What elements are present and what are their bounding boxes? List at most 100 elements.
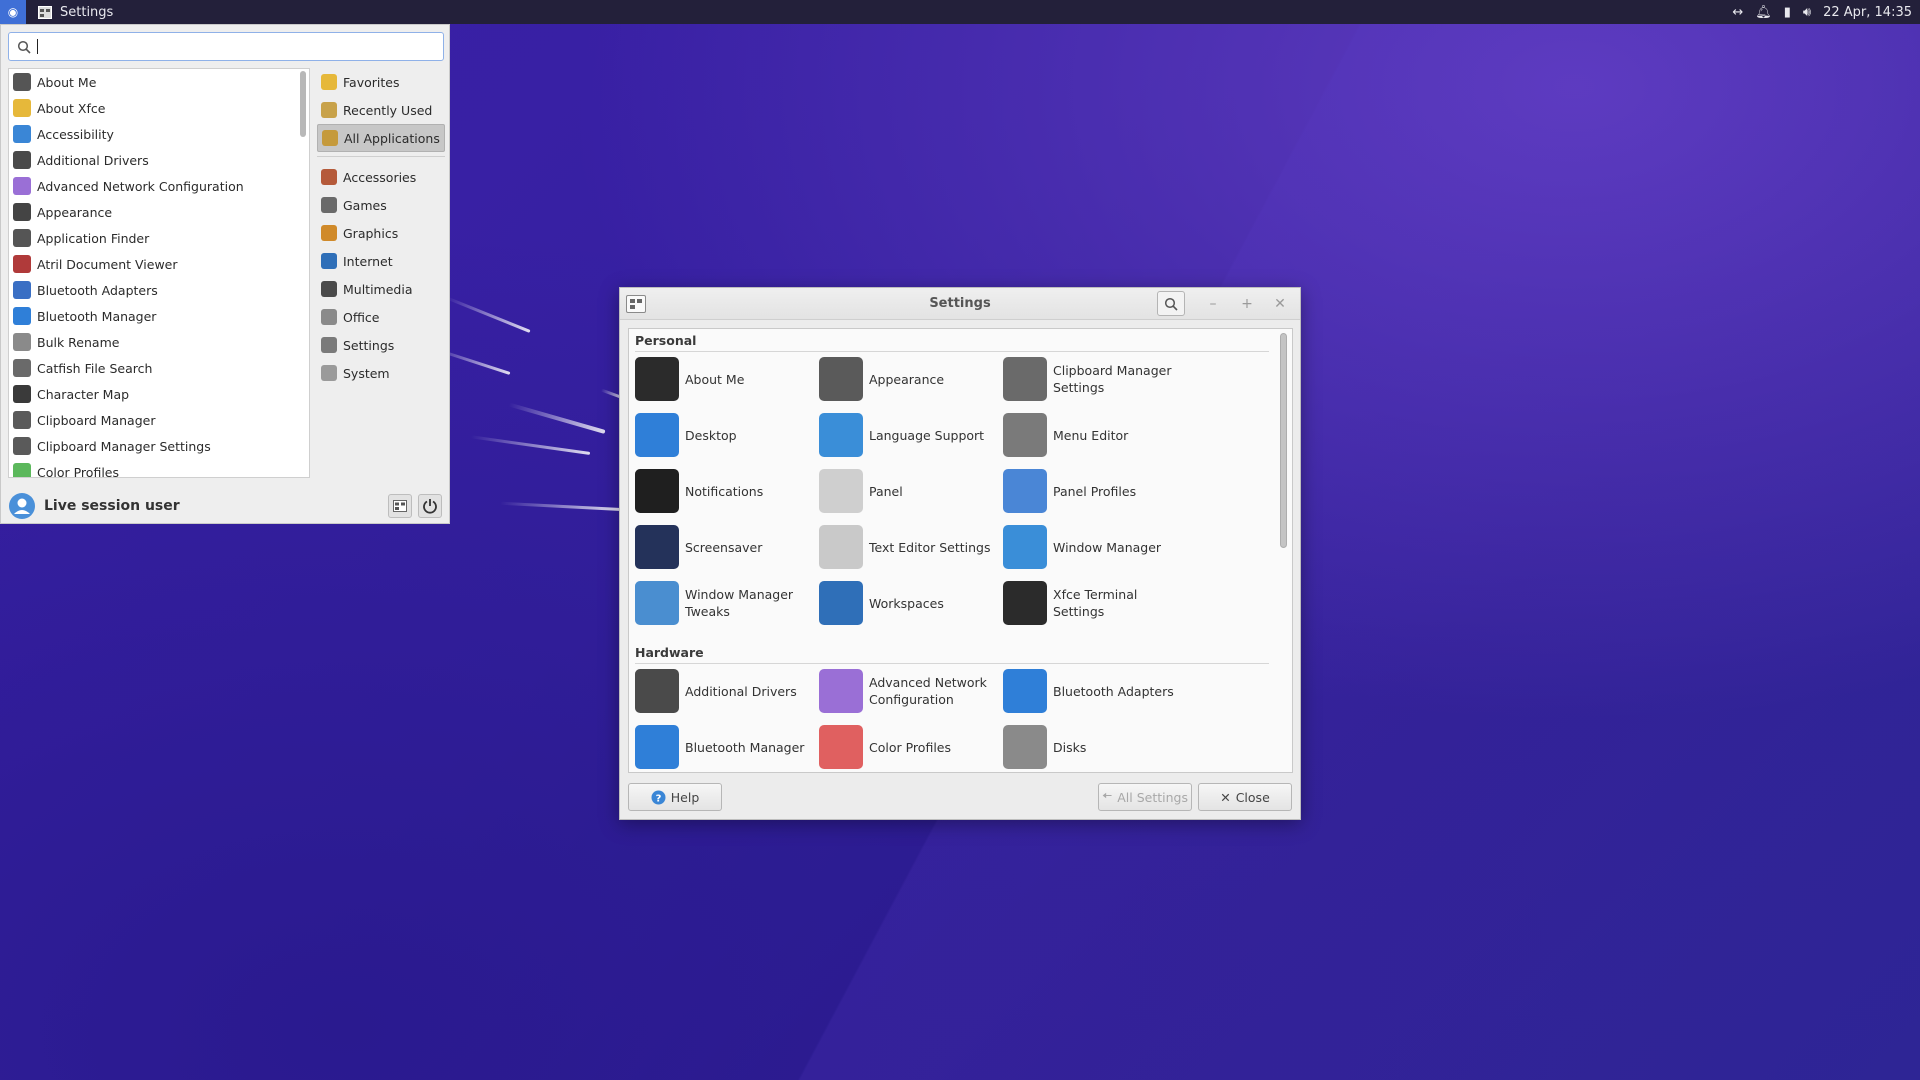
settings-titlebar[interactable]: Settings – + ✕ <box>620 288 1300 320</box>
whisker-menu-button[interactable]: ◉ <box>0 0 26 24</box>
app-item[interactable]: Color Profiles <box>9 459 309 478</box>
whisker-search-input[interactable] <box>8 32 444 61</box>
settings-item-label: Additional Drivers <box>685 683 797 699</box>
settings-item-bluetooth-manager[interactable]: Bluetooth Manager <box>635 723 815 771</box>
globe-icon <box>321 253 337 269</box>
settings-item-desktop[interactable]: Desktop <box>635 411 815 459</box>
app-item[interactable]: Bluetooth Manager <box>9 303 309 329</box>
settings-item-workspaces[interactable]: Workspaces <box>819 579 999 627</box>
power-button[interactable] <box>418 494 442 518</box>
settings-item-window-manager-tweaks[interactable]: Window Manager Tweaks <box>635 579 815 627</box>
person-icon <box>13 73 31 91</box>
category-recently-used[interactable]: Recently Used <box>317 96 445 124</box>
settings-manager-button[interactable] <box>388 494 412 518</box>
settings-item-disks[interactable]: Disks <box>1003 723 1183 771</box>
settings-item-label: Notifications <box>685 483 764 499</box>
settings-item-advanced-network-configuration[interactable]: Advanced Network Configuration <box>819 667 999 715</box>
category-graphics[interactable]: Graphics <box>317 219 445 247</box>
app-item-label: Clipboard Manager <box>37 412 156 428</box>
section-title: Personal <box>635 333 697 348</box>
settings-item-window-manager[interactable]: Window Manager <box>1003 523 1183 571</box>
volume-icon[interactable]: 🔊︎ <box>1803 5 1811 20</box>
star-icon <box>321 74 337 90</box>
app-item[interactable]: Bulk Rename <box>9 329 309 355</box>
app-item[interactable]: About Xfce <box>9 95 309 121</box>
close-button[interactable]: ✕ Close <box>1198 783 1292 811</box>
category-office[interactable]: Office <box>317 303 445 331</box>
search-icon <box>17 40 31 54</box>
app-item-label: Color Profiles <box>37 464 119 478</box>
app-item[interactable]: Character Map <box>9 381 309 407</box>
settings-item-label: Appearance <box>869 371 945 387</box>
settings-item-appearance[interactable]: Appearance <box>819 355 999 403</box>
category-multimedia[interactable]: Multimedia <box>317 275 445 303</box>
category-internet[interactable]: Internet <box>317 247 445 275</box>
scrollbar-thumb[interactable] <box>300 71 306 137</box>
xfce-mouse-icon: ◉ <box>7 5 19 19</box>
taskbar-settings-button[interactable]: Settings <box>26 0 125 24</box>
settings-scrollbar[interactable] <box>1279 333 1288 770</box>
app-item[interactable]: Accessibility <box>9 121 309 147</box>
category-list: Favorites Recently Used All Applications Ac… <box>317 68 445 387</box>
app-item[interactable]: Advanced Network Configuration <box>9 173 309 199</box>
settings-search-button[interactable] <box>1157 291 1185 316</box>
app-item[interactable]: Additional Drivers <box>9 147 309 173</box>
battery-icon[interactable]: ▮ <box>1784 5 1791 20</box>
category-all-applications[interactable]: All Applications <box>317 124 445 152</box>
app-item-label: Catfish File Search <box>37 360 153 376</box>
desktop-monitor-icon <box>635 413 679 457</box>
network-icon[interactable]: ↔ <box>1732 5 1743 20</box>
paintbrush-icon <box>13 203 31 221</box>
category-system[interactable]: System <box>317 359 445 387</box>
app-item[interactable]: Atril Document Viewer <box>9 251 309 277</box>
settings-item-screensaver[interactable]: Screensaver <box>635 523 815 571</box>
help-button[interactable]: ? Help <box>628 783 722 811</box>
settings-item-notifications[interactable]: Notifications <box>635 467 815 515</box>
settings-item-panel-profiles[interactable]: Panel Profiles <box>1003 467 1183 515</box>
settings-item-menu-editor[interactable]: Menu Editor <box>1003 411 1183 459</box>
settings-window-icon <box>38 5 52 19</box>
bluetooth-adapters-icon <box>1003 669 1047 713</box>
notification-bell-icon[interactable]: 🔔︎ <box>1755 5 1772 20</box>
close-window-button[interactable]: ✕ <box>1270 294 1290 314</box>
category-favorites[interactable]: Favorites <box>317 68 445 96</box>
accessibility-icon <box>13 125 31 143</box>
category-games[interactable]: Games <box>317 191 445 219</box>
category-separator <box>317 156 445 157</box>
settings-item-language-support[interactable]: Language Support <box>819 411 999 459</box>
app-item[interactable]: Bluetooth Adapters <box>9 277 309 303</box>
rename-icon <box>13 333 31 351</box>
settings-item-panel[interactable]: Panel <box>819 467 999 515</box>
settings-item-bluetooth-adapters[interactable]: Bluetooth Adapters <box>1003 667 1183 715</box>
help-icon: ? <box>651 790 666 804</box>
settings-manager-icon <box>393 500 407 512</box>
settings-item-text-editor-settings[interactable]: Text Editor Settings <box>819 523 999 571</box>
scrollbar-thumb[interactable] <box>1280 333 1287 548</box>
app-item[interactable]: Catfish File Search <box>9 355 309 381</box>
category-settings[interactable]: Settings <box>317 331 445 359</box>
app-item-label: Clipboard Manager Settings <box>37 438 211 454</box>
maximize-button[interactable]: + <box>1237 294 1257 314</box>
system-tray: ↔ 🔔︎ ▮ 🔊︎ 22 Apr, 14:35 <box>1732 5 1920 20</box>
category-label: Graphics <box>343 225 399 241</box>
application-list-scrollbar[interactable] <box>299 71 307 475</box>
clock[interactable]: 22 Apr, 14:35 <box>1823 5 1912 20</box>
category-accessories[interactable]: Accessories <box>317 163 445 191</box>
settings-item-label: Xfce Terminal Settings <box>1053 587 1138 619</box>
settings-item-color-profiles[interactable]: Color Profiles <box>819 723 999 771</box>
app-item[interactable]: Clipboard Manager <box>9 407 309 433</box>
settings-item-xfce-terminal-settings[interactable]: Xfce Terminal Settings <box>1003 579 1183 627</box>
app-item[interactable]: About Me <box>9 69 309 95</box>
settings-item-about-me[interactable]: About Me <box>635 355 815 403</box>
disks-icon <box>1003 725 1047 769</box>
minimize-button[interactable]: – <box>1203 294 1223 314</box>
app-item[interactable]: Clipboard Manager Settings <box>9 433 309 459</box>
whisker-menu: About Me About Xfce Accessibility Additiona… <box>0 24 450 524</box>
settings-item-clipboard-manager-settings[interactable]: Clipboard Manager Settings <box>1003 355 1183 403</box>
panel-profiles-icon <box>1003 469 1047 513</box>
settings-item-additional-drivers[interactable]: Additional Drivers <box>635 667 815 715</box>
all-settings-button[interactable]: 🠄︎ All Settings <box>1098 783 1192 811</box>
category-label: Recently Used <box>343 102 433 118</box>
app-item[interactable]: Application Finder <box>9 225 309 251</box>
app-item[interactable]: Appearance <box>9 199 309 225</box>
